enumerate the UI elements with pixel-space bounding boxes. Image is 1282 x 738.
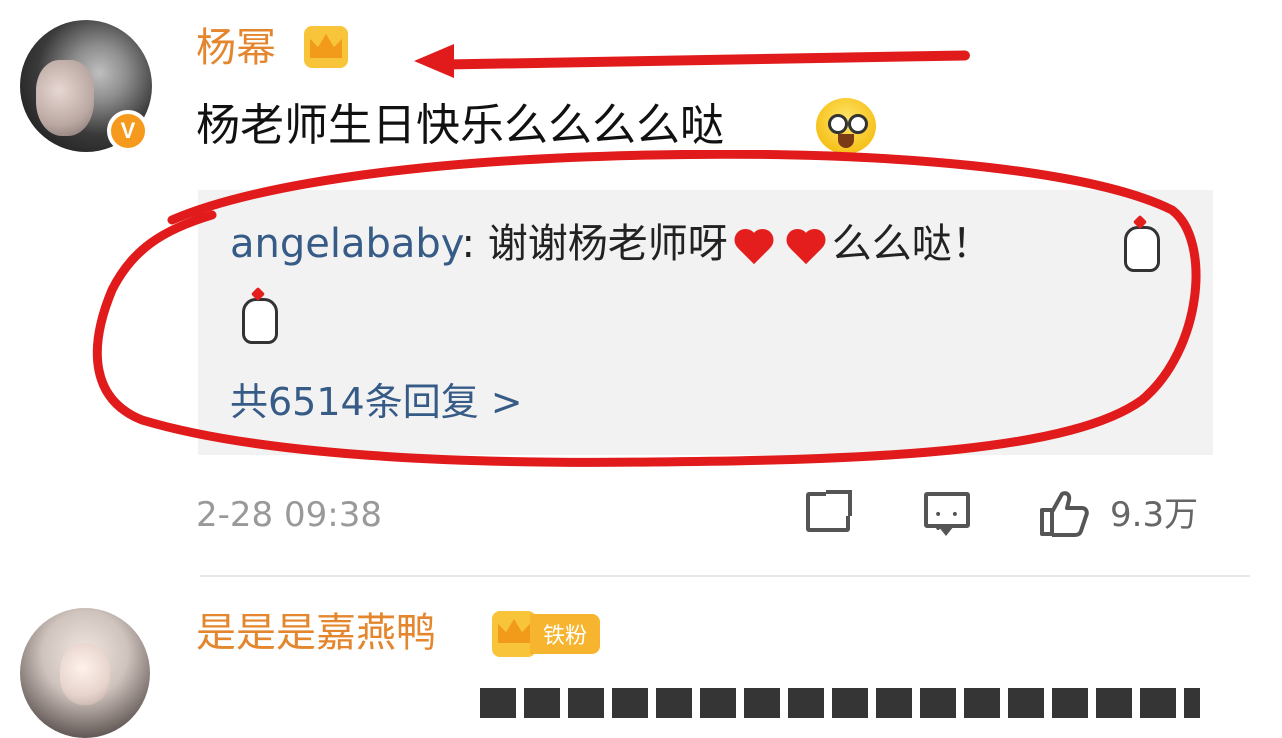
share-icon[interactable] xyxy=(806,490,852,532)
crown-badge-icon xyxy=(304,26,348,68)
fan-badge: 铁粉 xyxy=(530,614,600,654)
comment-username[interactable]: 是是是嘉燕鸭 xyxy=(196,613,436,653)
annotation-arrow-line xyxy=(439,50,971,70)
avatar-jiayanya[interactable] xyxy=(20,608,150,738)
truncated-comment-text xyxy=(480,688,1200,718)
avatar-face xyxy=(60,643,110,705)
comment-text: 杨老师生日快乐么么么么哒 xyxy=(196,100,724,151)
verified-badge-icon: V xyxy=(107,110,149,152)
comment-icon[interactable]: • • • xyxy=(924,492,970,536)
comment-timestamp: 2-28 09:38 xyxy=(196,495,382,535)
annotation-arrow-head-icon xyxy=(414,44,454,78)
like-count: 9.3万 xyxy=(1110,495,1199,535)
annotation-red-circle xyxy=(92,150,1201,467)
comment-divider xyxy=(200,575,1250,577)
comment-dots: • • • xyxy=(934,507,961,537)
avatar-face xyxy=(36,60,94,136)
thumbs-up-icon[interactable] xyxy=(1038,488,1090,538)
comment-username[interactable]: 杨幂 xyxy=(196,28,276,68)
grinning-face-emoji-icon xyxy=(816,98,876,154)
